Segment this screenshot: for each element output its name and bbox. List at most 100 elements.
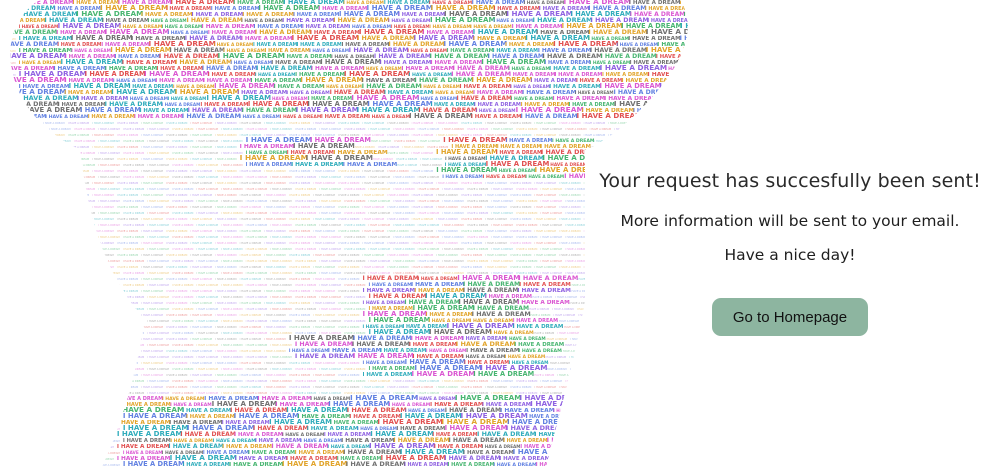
svg-text:I HAVE A DREAM: I HAVE A DREAM <box>457 95 512 102</box>
svg-text:I HAVE A DREAM: I HAVE A DREAM <box>117 429 183 438</box>
svg-text:I HAVE A DREAM: I HAVE A DREAM <box>595 403 616 407</box>
svg-text:I HAVE A DREAM: I HAVE A DREAM <box>147 319 168 323</box>
svg-text:I HAVE A DREAM: I HAVE A DREAM <box>229 462 284 468</box>
svg-text:I HAVE A DREAM: I HAVE A DREAM <box>197 307 218 311</box>
svg-text:I HAVE A DREAM: I HAVE A DREAM <box>240 361 261 365</box>
svg-text:I HAVE A DREAM: I HAVE A DREAM <box>98 271 119 275</box>
svg-text:I HAVE A DREAM: I HAVE A DREAM <box>593 421 614 425</box>
svg-text:I HAVE A DREAM: I HAVE A DREAM <box>186 17 242 24</box>
svg-text:I HAVE A DREAM: I HAVE A DREAM <box>485 385 506 389</box>
svg-text:I HAVE A DREAM: I HAVE A DREAM <box>49 199 70 203</box>
svg-text:I HAVE A DREAM: I HAVE A DREAM <box>117 181 138 185</box>
svg-text:I HAVE A DREAM: I HAVE A DREAM <box>557 319 578 323</box>
svg-text:I HAVE A DREAM: I HAVE A DREAM <box>123 295 144 299</box>
svg-text:I HAVE A DREAM: I HAVE A DREAM <box>505 354 546 360</box>
svg-text:I HAVE A DREAM: I HAVE A DREAM <box>117 229 138 233</box>
svg-text:I HAVE A DREAM: I HAVE A DREAM <box>418 259 439 263</box>
svg-text:I HAVE A DREAM: I HAVE A DREAM <box>293 142 355 150</box>
svg-text:I HAVE A DREAM: I HAVE A DREAM <box>635 433 656 437</box>
svg-text:I HAVE A DREAM: I HAVE A DREAM <box>74 403 95 407</box>
go-to-homepage-button[interactable]: Go to Homepage <box>712 298 868 336</box>
svg-text:I HAVE A DREAM: I HAVE A DREAM <box>516 127 537 131</box>
svg-text:I HAVE A DREAM: I HAVE A DREAM <box>534 229 555 233</box>
svg-text:I HAVE A DREAM: I HAVE A DREAM <box>300 76 363 84</box>
svg-text:I HAVE A DREAM: I HAVE A DREAM <box>43 133 64 137</box>
svg-text:I HAVE A DREAM: I HAVE A DREAM <box>631 463 652 467</box>
svg-text:I HAVE A DREAM: I HAVE A DREAM <box>680 157 700 161</box>
svg-text:I HAVE A DREAM: I HAVE A DREAM <box>282 459 348 468</box>
svg-text:I HAVE A DREAM: I HAVE A DREAM <box>25 343 46 347</box>
svg-text:I HAVE A DREAM: I HAVE A DREAM <box>98 151 119 155</box>
svg-text:I HAVE A DREAM: I HAVE A DREAM <box>25 379 46 383</box>
svg-text:I HAVE A DREAM: I HAVE A DREAM <box>608 385 629 389</box>
svg-text:I HAVE A DREAM: I HAVE A DREAM <box>696 361 700 365</box>
svg-text:I HAVE A DREAM: I HAVE A DREAM <box>264 229 285 233</box>
svg-text:I HAVE A DREAM: I HAVE A DREAM <box>639 391 660 395</box>
svg-text:I HAVE A DREAM: I HAVE A DREAM <box>68 421 89 425</box>
svg-text:I HAVE A DREAM: I HAVE A DREAM <box>43 457 64 461</box>
svg-text:I HAVE A DREAM: I HAVE A DREAM <box>633 133 654 137</box>
svg-text:I HAVE A DREAM: I HAVE A DREAM <box>412 385 433 389</box>
svg-text:I HAVE A DREAM: I HAVE A DREAM <box>442 223 463 227</box>
svg-text:I HAVE A DREAM: I HAVE A DREAM <box>19 421 40 425</box>
svg-text:I HAVE A DREAM: I HAVE A DREAM <box>662 427 683 431</box>
svg-text:I HAVE A DREAM: I HAVE A DREAM <box>49 235 70 239</box>
svg-text:I HAVE A DREAM: I HAVE A DREAM <box>491 211 512 215</box>
svg-text:I HAVE A DREAM: I HAVE A DREAM <box>0 193 15 197</box>
svg-text:I HAVE A DREAM: I HAVE A DREAM <box>123 367 144 371</box>
svg-text:I HAVE A DREAM: I HAVE A DREAM <box>570 367 591 371</box>
svg-text:I HAVE A DREAM: I HAVE A DREAM <box>49 367 70 371</box>
svg-text:I HAVE A DREAM: I HAVE A DREAM <box>43 445 64 449</box>
svg-text:I HAVE A DREAM: I HAVE A DREAM <box>516 187 537 191</box>
svg-text:I HAVE A DREAM: I HAVE A DREAM <box>123 412 188 420</box>
svg-text:I HAVE A DREAM: I HAVE A DREAM <box>344 295 365 299</box>
svg-text:I HAVE A DREAM: I HAVE A DREAM <box>141 253 162 257</box>
svg-text:I HAVE A DREAM: I HAVE A DREAM <box>589 427 610 431</box>
svg-text:I HAVE A DREAM: I HAVE A DREAM <box>412 253 433 257</box>
svg-text:I HAVE A DREAM: I HAVE A DREAM <box>43 409 64 413</box>
svg-text:I HAVE A DREAM: I HAVE A DREAM <box>319 187 340 191</box>
svg-text:I HAVE A DREAM: I HAVE A DREAM <box>25 367 46 371</box>
svg-text:I HAVE A DREAM: I HAVE A DREAM <box>319 307 340 311</box>
svg-text:I HAVE A DREAM: I HAVE A DREAM <box>577 277 598 281</box>
svg-text:I HAVE A DREAM: I HAVE A DREAM <box>529 313 550 317</box>
svg-text:I HAVE A DREAM: I HAVE A DREAM <box>68 301 89 305</box>
svg-text:I HAVE A DREAM: I HAVE A DREAM <box>634 457 655 461</box>
svg-text:I HAVE A DREAM: I HAVE A DREAM <box>610 433 631 437</box>
svg-text:I HAVE A DREAM: I HAVE A DREAM <box>215 205 236 209</box>
svg-text:I HAVE A DREAM: I HAVE A DREAM <box>117 325 138 329</box>
svg-text:I HAVE A DREAM: I HAVE A DREAM <box>197 127 218 131</box>
svg-text:I HAVE A DREAM: I HAVE A DREAM <box>338 313 359 317</box>
svg-text:I HAVE A DREAM: I HAVE A DREAM <box>443 136 508 144</box>
svg-text:I HAVE A DREAM: I HAVE A DREAM <box>191 289 212 293</box>
svg-text:I HAVE A DREAM: I HAVE A DREAM <box>344 319 365 323</box>
svg-text:I HAVE A DREAM: I HAVE A DREAM <box>295 295 316 299</box>
svg-text:I HAVE A DREAM: I HAVE A DREAM <box>577 307 598 311</box>
svg-text:I HAVE A DREAM: I HAVE A DREAM <box>289 181 310 185</box>
svg-text:I HAVE A DREAM: I HAVE A DREAM <box>98 295 119 299</box>
svg-text:I HAVE A DREAM: I HAVE A DREAM <box>688 127 700 131</box>
svg-text:I HAVE A DREAM: I HAVE A DREAM <box>270 223 291 227</box>
svg-text:I HAVE A DREAM: I HAVE A DREAM <box>664 145 685 149</box>
svg-text:I HAVE A DREAM: I HAVE A DREAM <box>92 433 113 437</box>
svg-text:I HAVE A DREAM: I HAVE A DREAM <box>0 331 21 335</box>
svg-text:I HAVE A DREAM: I HAVE A DREAM <box>0 355 21 359</box>
svg-text:I HAVE A DREAM: I HAVE A DREAM <box>614 379 635 383</box>
svg-text:I HAVE A DREAM: I HAVE A DREAM <box>25 307 46 311</box>
svg-text:I HAVE A DREAM: I HAVE A DREAM <box>0 205 15 209</box>
svg-text:I HAVE A DREAM: I HAVE A DREAM <box>369 379 390 383</box>
svg-text:I HAVE A DREAM: I HAVE A DREAM <box>19 337 40 341</box>
svg-text:I HAVE A DREAM: I HAVE A DREAM <box>590 127 611 131</box>
svg-text:I HAVE A DREAM: I HAVE A DREAM <box>270 295 291 299</box>
svg-text:I HAVE A DREAM: I HAVE A DREAM <box>74 259 95 263</box>
svg-text:I HAVE A DREAM: I HAVE A DREAM <box>295 259 316 263</box>
svg-text:I HAVE A DREAM: I HAVE A DREAM <box>483 174 527 180</box>
svg-text:I HAVE A DREAM: I HAVE A DREAM <box>668 355 689 359</box>
svg-text:I HAVE A DREAM: I HAVE A DREAM <box>123 355 144 359</box>
svg-text:I HAVE A DREAM: I HAVE A DREAM <box>467 247 488 251</box>
svg-text:I HAVE A DREAM: I HAVE A DREAM <box>0 415 21 419</box>
svg-text:I HAVE A DREAM: I HAVE A DREAM <box>117 301 138 305</box>
svg-text:I HAVE A DREAM: I HAVE A DREAM <box>246 307 267 311</box>
svg-text:I HAVE A DREAM: I HAVE A DREAM <box>270 391 291 395</box>
svg-text:I HAVE A DREAM: I HAVE A DREAM <box>363 372 413 378</box>
